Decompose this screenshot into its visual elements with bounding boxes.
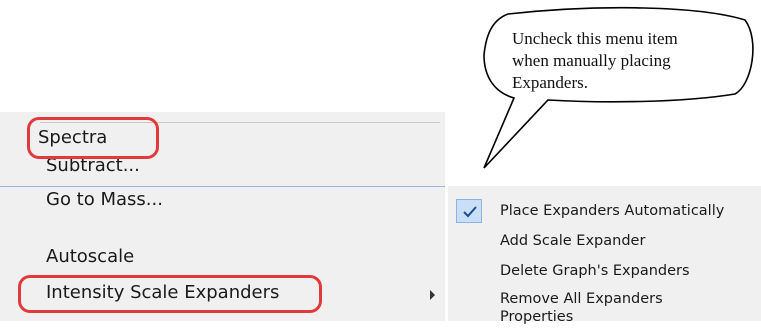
submenu-guide-line [0,186,445,187]
menu-item-label: Autoscale [46,246,135,267]
submenu-item-delete-graphs-expanders[interactable]: Delete Graph's Expanders [448,258,761,284]
highlight-ring-intensity-scale-expanders [18,275,322,313]
submenu-item-label: Place Expanders Automatically [500,203,725,219]
submenu-item-label: Properties [500,309,574,325]
chevron-right-icon [430,290,435,300]
callout-line: Expanders. [512,73,589,92]
submenu-item-properties[interactable]: Properties [448,304,761,330]
menu-item-label: Go to Mass... [46,189,163,210]
submenu-item-label: Delete Graph's Expanders [500,263,690,279]
menu-item-autoscale[interactable]: Autoscale [0,241,445,273]
callout-text: Uncheck this menu item when manually pla… [512,28,727,94]
submenu-item-place-expanders-automatically[interactable]: Place Expanders Automatically [448,198,761,224]
callout-line: when manually placing [512,51,671,70]
callout-line: Uncheck this menu item [512,29,678,48]
highlight-ring-spectra [27,117,159,159]
submenu-item-label: Add Scale Expander [500,233,646,249]
check-icon [463,206,477,218]
menu-item-go-to-mass[interactable]: Go to Mass... [0,184,445,216]
submenu-item-add-scale-expander[interactable]: Add Scale Expander [448,228,761,254]
checkbox[interactable] [456,199,482,223]
